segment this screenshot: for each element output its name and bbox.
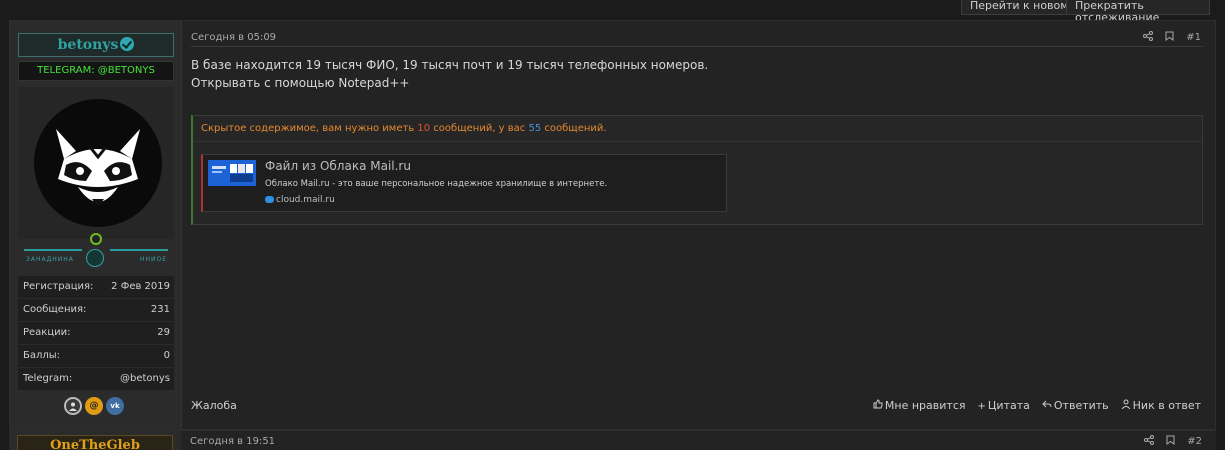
like-button[interactable]: Мне нравится xyxy=(873,399,966,412)
share-icon[interactable] xyxy=(1144,435,1155,448)
author-stats: Регистрация: 2 Фев 2019 Сообщения: 231 Реа… xyxy=(18,276,174,391)
embed-url[interactable]: cloud.mail.ru xyxy=(265,195,335,205)
stat-row-reactions: Реакции: 29 xyxy=(18,322,174,345)
author-sidebar: betonys TELEGRAM: @BETONYS ЗАНАДНИНА ННИ… xyxy=(10,21,182,431)
online-status-icon xyxy=(90,233,102,245)
profile-icon[interactable] xyxy=(64,397,82,415)
hidden-content-notice: Скрытое содержимое, вам нужно иметь 10 с… xyxy=(193,116,1202,142)
report-link[interactable]: Жалоба xyxy=(191,399,237,412)
post-body-line-1: В базе находится 19 тысяч ФИО, 19 тысяч … xyxy=(191,58,709,72)
plus-icon: + xyxy=(977,401,986,412)
stat-row-telegram: Telegram: @betonys xyxy=(18,368,174,391)
quote-button[interactable]: + Цитата xyxy=(978,399,1030,412)
raccoon-avatar-icon xyxy=(56,129,140,207)
post-actions: Мне нравится + Цитата Ответить Ник в отве… xyxy=(873,399,1201,412)
stat-row-registration: Регистрация: 2 Фев 2019 xyxy=(18,276,174,299)
bookmark-icon[interactable] xyxy=(1165,31,1174,44)
post-body-line-2: Открывать с помощью Notepad++ xyxy=(191,76,410,90)
user-title: TELEGRAM: @BETONYS xyxy=(18,61,174,81)
thumbs-up-icon xyxy=(873,399,883,409)
reply-button[interactable]: Ответить xyxy=(1042,399,1109,412)
user-icon xyxy=(1121,399,1131,409)
post-tools-2: #2 xyxy=(1144,435,1202,448)
author-username-2[interactable]: OneTheGleb xyxy=(17,435,173,450)
embed-thumbnail xyxy=(208,160,256,186)
header-divider xyxy=(191,46,1203,47)
bookmark-icon[interactable] xyxy=(1166,435,1175,448)
embed-title[interactable]: Файл из Облака Mail.ru xyxy=(265,159,411,173)
avatar[interactable] xyxy=(34,99,162,227)
link-embed-card[interactable]: Файл из Облака Mail.ru Облако Mail.ru - … xyxy=(201,154,727,212)
user-banner: ЗАНАДНИНА ННИОЕ xyxy=(24,249,168,267)
post-date-2[interactable]: Сегодня в 19:51 xyxy=(190,436,275,447)
embed-description: Облако Mail.ru - это ваше персональное н… xyxy=(265,179,608,189)
post-1: betonys TELEGRAM: @BETONYS ЗАНАДНИНА ННИ… xyxy=(9,20,1216,431)
hidden-content-box: Скрытое содержимое, вам нужно иметь 10 с… xyxy=(191,115,1203,225)
post-date[interactable]: Сегодня в 05:09 xyxy=(191,32,276,43)
contact-icons: @ vk xyxy=(64,397,124,417)
share-icon[interactable] xyxy=(1143,31,1154,44)
post-number[interactable]: #1 xyxy=(1186,32,1201,43)
stat-row-points: Баллы: 0 xyxy=(18,345,174,368)
reply-arrow-icon xyxy=(1042,399,1052,409)
author-username[interactable]: betonys xyxy=(18,33,174,57)
author-sidebar-2: OneTheGleb xyxy=(9,431,181,450)
post-tools: #1 xyxy=(1143,31,1201,44)
post-2: OneTheGleb Сегодня в 19:51 #2 xyxy=(9,430,1216,450)
stop-watching-button[interactable]: Прекратить отслеживание xyxy=(1066,0,1210,24)
stat-row-messages[interactable]: Сообщения: 231 xyxy=(18,299,174,322)
verified-check-icon xyxy=(120,37,135,51)
avatar-frame xyxy=(18,87,174,239)
banner-logo-icon xyxy=(86,249,104,267)
cloud-favicon-icon xyxy=(265,196,274,203)
post-number-2[interactable]: #2 xyxy=(1187,436,1202,447)
post-body: В базе находится 19 тысяч ФИО, 19 тысяч … xyxy=(191,56,708,92)
nick-reply-button[interactable]: Ник в ответ xyxy=(1121,399,1201,412)
email-icon[interactable]: @ xyxy=(85,397,103,415)
vk-icon[interactable]: vk xyxy=(106,397,124,415)
